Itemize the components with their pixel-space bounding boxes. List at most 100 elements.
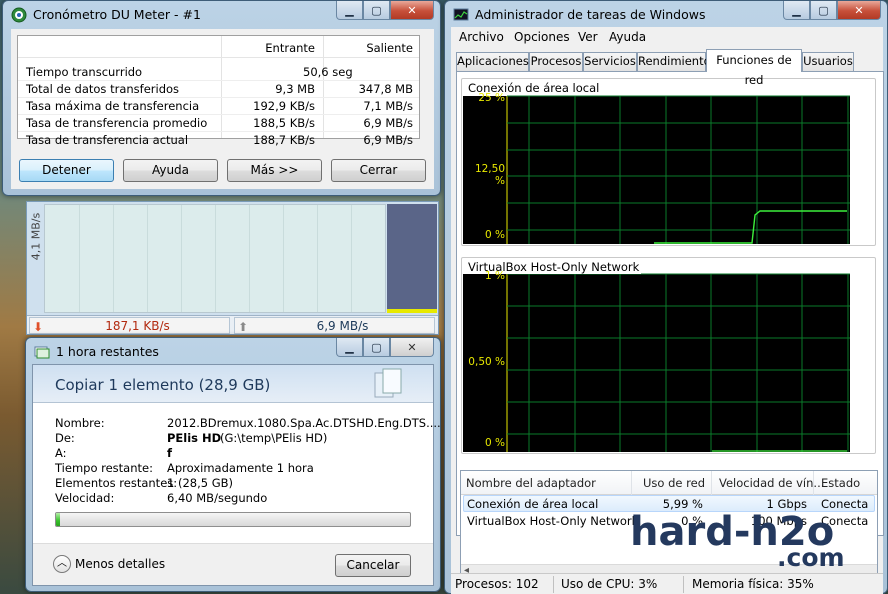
minimize-icon[interactable]: ▁ bbox=[783, 1, 810, 20]
speed-value: 6,40 MB/segundo bbox=[167, 491, 268, 505]
copy-footer: ︿ Menos detalles Cancelar bbox=[33, 543, 433, 585]
du-meter-client: Entrante Saliente Tiempo transcurrido 50… bbox=[11, 29, 434, 189]
menu-archivo[interactable]: Archivo bbox=[459, 30, 504, 44]
items-remaining-value: 1 (28,5 GB) bbox=[167, 476, 234, 490]
tab-procesos[interactable]: Procesos bbox=[529, 52, 583, 71]
adapter-name: VirtualBox Host-Only Network bbox=[467, 514, 639, 528]
du-graph-area bbox=[44, 204, 386, 313]
menu-opciones[interactable]: Opciones bbox=[514, 30, 570, 44]
du-meter-titlebar[interactable]: Cronómetro DU Meter - #1 ▁ ▢ ✕ bbox=[3, 1, 440, 27]
network-graph-virtualbox: VirtualBox Host-Only Network 1 % 0,50 % … bbox=[461, 257, 876, 454]
row-out: 6,9 MB/s bbox=[363, 133, 413, 147]
table-row: Tiempo transcurrido 50,6 seg bbox=[18, 63, 419, 80]
status-bar: Procesos: 102 Uso de CPU: 3% Memoria fís… bbox=[451, 573, 883, 594]
close-icon[interactable]: ✕ bbox=[390, 1, 434, 20]
y-axis-label: 4,1 MB/s bbox=[29, 212, 43, 261]
upload-rate-cell: ⬆ 6,9 MB/s bbox=[234, 317, 435, 334]
maximize-icon[interactable]: ▢ bbox=[810, 1, 837, 20]
y-tick: 12,50 % bbox=[474, 163, 505, 187]
du-graph-active-area bbox=[387, 204, 437, 313]
du-table-header: Entrante Saliente bbox=[18, 38, 419, 58]
col-state[interactable]: Estado bbox=[821, 476, 860, 490]
maximize-icon[interactable]: ▢ bbox=[363, 338, 390, 357]
maximize-icon[interactable]: ▢ bbox=[363, 1, 390, 20]
task-manager-titlebar[interactable]: Administrador de tareas de Windows ▁ ▢ ✕ bbox=[445, 1, 887, 27]
detener-button[interactable]: Detener bbox=[19, 159, 114, 182]
row-out: 347,8 MB bbox=[358, 82, 413, 96]
field-label: Nombre: bbox=[55, 416, 105, 430]
row-label: Tasa máxima de transferencia bbox=[26, 99, 200, 113]
col-saliente: Saliente bbox=[366, 41, 413, 55]
ayuda-button[interactable]: Ayuda bbox=[123, 159, 218, 182]
y-tick: 0 % bbox=[485, 229, 505, 241]
download-arrow-icon: ⬇ bbox=[33, 320, 44, 334]
adapter-list-header: Nombre del adaptador Uso de red Velocida… bbox=[461, 471, 877, 495]
upload-rate: 6,9 MB/s bbox=[316, 319, 369, 333]
row-in: 9,3 MB bbox=[275, 82, 315, 96]
virtualbox-graph-svg bbox=[463, 273, 850, 452]
menu-bar: Archivo Opciones Ver Ayuda bbox=[451, 27, 883, 47]
table-row: Tasa de transferencia promedio 188,5 KB/… bbox=[18, 114, 419, 131]
copy-progress-window: 1 hora restantes ▁ ▢ ✕ Copiar 1 elemento… bbox=[25, 337, 441, 592]
task-manager-title: Administrador de tareas de Windows bbox=[475, 7, 706, 22]
chevron-up-icon: ︿ bbox=[53, 555, 71, 573]
source-link[interactable]: PElis HD bbox=[167, 431, 221, 445]
tab-funciones-de-red[interactable]: Funciones de red bbox=[706, 49, 802, 87]
du-meter-app-icon bbox=[11, 7, 27, 23]
y-tick: 1 % bbox=[485, 270, 505, 282]
field-label: A: bbox=[55, 446, 67, 460]
du-meter-title: Cronómetro DU Meter - #1 bbox=[33, 7, 201, 22]
copy-caption-buttons: ▁ ▢ ✕ bbox=[336, 338, 434, 357]
file-name-value: 2012.BDremux.1080.Spa.Ac.DTSHD.Eng.DTS..… bbox=[167, 416, 441, 430]
minimize-icon[interactable]: ▁ bbox=[336, 338, 363, 357]
copy-documents-icon bbox=[371, 367, 405, 401]
copy-titlebar[interactable]: 1 hora restantes ▁ ▢ ✕ bbox=[26, 338, 440, 364]
watermark-sub: .com bbox=[777, 543, 845, 572]
row-value: 50,6 seg bbox=[303, 65, 353, 79]
du-rates-bar: ⬇ 187,1 KB/s ⬆ 6,9 MB/s bbox=[27, 315, 438, 334]
tab-servicios[interactable]: Servicios bbox=[583, 52, 637, 71]
copy-window-title: 1 hora restantes bbox=[56, 344, 159, 359]
field-label: De: bbox=[55, 431, 75, 445]
status-memory: Memoria física: 35% bbox=[692, 577, 814, 591]
mas-button[interactable]: Más >> bbox=[227, 159, 322, 182]
close-icon[interactable]: ✕ bbox=[390, 338, 434, 357]
tab-usuarios[interactable]: Usuarios bbox=[802, 52, 854, 71]
status-processes: Procesos: 102 bbox=[455, 577, 539, 591]
destination-link[interactable]: f bbox=[167, 446, 172, 460]
col-link-speed[interactable]: Velocidad de vín... bbox=[719, 476, 824, 490]
tab-rendimiento[interactable]: Rendimiento bbox=[637, 52, 711, 71]
row-out: 7,1 MB/s bbox=[363, 99, 413, 113]
cerrar-button[interactable]: Cerrar bbox=[331, 159, 426, 182]
menu-ver[interactable]: Ver bbox=[578, 30, 598, 44]
adapter-name: Conexión de área local bbox=[467, 497, 599, 511]
y-tick: 0 % bbox=[485, 437, 505, 449]
download-rate: 187,1 KB/s bbox=[105, 319, 170, 333]
table-row: Tasa de transferencia actual 188,7 KB/s … bbox=[18, 131, 419, 148]
row-label: Tasa de transferencia actual bbox=[26, 133, 189, 147]
menu-ayuda[interactable]: Ayuda bbox=[609, 30, 646, 44]
copy-client: Copiar 1 elemento (28,9 GB) Nombre: 2012… bbox=[32, 364, 441, 586]
tm-caption-buttons: ▁ ▢ ✕ bbox=[783, 1, 881, 20]
status-cpu: Uso de CPU: 3% bbox=[561, 577, 658, 591]
close-icon[interactable]: ✕ bbox=[837, 1, 881, 20]
time-remaining-value: Aproximadamente 1 hora bbox=[167, 461, 314, 475]
col-entrante: Entrante bbox=[265, 41, 315, 55]
table-row: Tasa máxima de transferencia 192,9 KB/s … bbox=[18, 97, 419, 114]
field-label: Tiempo restante: bbox=[55, 461, 153, 475]
row-in: 188,5 KB/s bbox=[253, 116, 315, 130]
du-stats-table: Entrante Saliente Tiempo transcurrido 50… bbox=[17, 35, 420, 147]
row-in: 188,7 KB/s bbox=[253, 133, 315, 147]
col-adapter-name[interactable]: Nombre del adaptador bbox=[466, 476, 596, 490]
copy-window-icon bbox=[34, 344, 50, 360]
task-manager-window: Administrador de tareas de Windows ▁ ▢ ✕… bbox=[444, 0, 888, 594]
du-graph-widget[interactable]: 4,1 MB/s ⬇ 187,1 KB/s ⬆ 6,9 MB/s bbox=[26, 201, 439, 335]
tab-aplicaciones[interactable]: Aplicaciones bbox=[456, 52, 529, 71]
source-path: (G:\temp\PElis HD) bbox=[220, 431, 328, 445]
cancel-button[interactable]: Cancelar bbox=[335, 554, 411, 577]
upload-arrow-icon: ⬆ bbox=[238, 320, 249, 334]
task-manager-icon bbox=[453, 7, 469, 23]
du-meter-window: Cronómetro DU Meter - #1 ▁ ▢ ✕ Entrante … bbox=[2, 0, 441, 196]
col-network-usage[interactable]: Uso de red bbox=[641, 476, 705, 490]
minimize-icon[interactable]: ▁ bbox=[336, 1, 363, 20]
